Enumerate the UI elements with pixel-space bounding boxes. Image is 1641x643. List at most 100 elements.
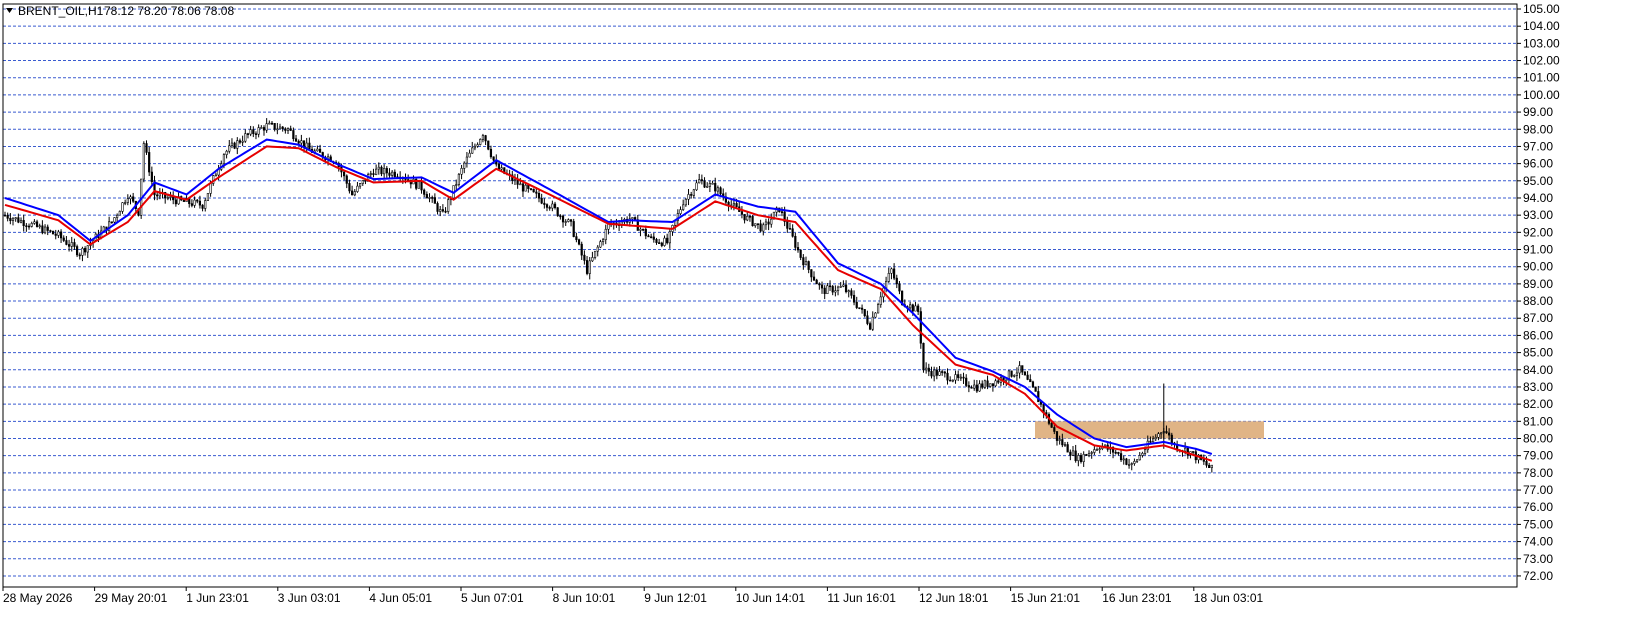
candle-body xyxy=(206,193,210,201)
candle-body xyxy=(465,156,469,164)
candle-body xyxy=(348,183,351,192)
candle-body xyxy=(481,135,485,140)
candle-body xyxy=(764,221,768,226)
candle-body xyxy=(489,148,493,158)
candle-body xyxy=(997,380,1000,383)
candle-body xyxy=(527,184,530,189)
candle-body xyxy=(647,235,650,238)
candle-body xyxy=(799,249,802,258)
candle-body xyxy=(35,221,39,227)
candle-body xyxy=(27,225,31,228)
candle-body xyxy=(254,133,258,135)
candle-body xyxy=(796,247,800,251)
candle-body xyxy=(922,342,925,371)
candle-body xyxy=(380,166,383,175)
candle-body xyxy=(981,383,984,388)
candle-body xyxy=(393,171,396,178)
candle-body xyxy=(634,217,637,220)
candle-body xyxy=(225,150,228,155)
candle-body xyxy=(965,377,968,386)
candle-body xyxy=(524,184,527,192)
candle-body xyxy=(444,210,447,213)
candle-body xyxy=(601,239,605,242)
candle-body xyxy=(973,384,976,389)
candle-body xyxy=(1135,459,1139,462)
candle-body xyxy=(935,369,938,376)
candle-body xyxy=(497,163,501,170)
candle-body xyxy=(911,304,914,312)
candle-body xyxy=(970,386,973,389)
symbol-label: BRENT_OIL,H1 xyxy=(18,4,104,18)
candle-body xyxy=(276,128,279,131)
candle-body xyxy=(561,215,565,223)
candle-body xyxy=(692,189,695,196)
time-label: 8 Jun 10:01 xyxy=(553,591,616,605)
candle-body xyxy=(1077,455,1080,461)
chart-svg[interactable]: 105.00 104.00 103.00 102.00 101.00 100.00 99.0… xyxy=(0,0,1641,638)
candle-body xyxy=(548,207,551,209)
price-label: 87.00 xyxy=(1523,311,1553,325)
candle-body xyxy=(1010,370,1013,377)
candle-body xyxy=(519,183,522,186)
price-label: 94.00 xyxy=(1523,191,1553,205)
candle-body xyxy=(529,188,533,190)
candle-body xyxy=(350,190,354,196)
candle-body xyxy=(204,200,207,209)
candle-body xyxy=(345,175,348,184)
price-label: 83.00 xyxy=(1523,380,1553,394)
candle-body xyxy=(1127,464,1131,466)
candle-body xyxy=(759,223,762,232)
price-label: 102.00 xyxy=(1523,54,1560,68)
price-label: 88.00 xyxy=(1523,294,1553,308)
candle-body xyxy=(684,198,687,206)
candle-body xyxy=(596,246,599,252)
candle-body xyxy=(1087,453,1091,456)
chart-window[interactable]: 105.00 104.00 103.00 102.00 101.00 100.00 99.0… xyxy=(0,0,1641,638)
candle-body xyxy=(113,217,116,223)
candle-body xyxy=(342,171,346,177)
price-label: 80.00 xyxy=(1523,432,1553,446)
candle-body xyxy=(1069,451,1072,456)
candle-body xyxy=(545,204,549,208)
candle-body xyxy=(591,257,594,262)
candle-body xyxy=(257,127,260,135)
candle-body xyxy=(1018,365,1021,374)
candle-body xyxy=(375,168,378,175)
price-label: 84.00 xyxy=(1523,363,1553,377)
candle-body xyxy=(1023,371,1027,376)
candle-body xyxy=(425,194,428,199)
candle-body xyxy=(893,268,896,279)
candle-body xyxy=(989,383,992,387)
price-label: 90.00 xyxy=(1523,260,1553,274)
candle-body xyxy=(559,215,562,218)
candle-body xyxy=(65,240,68,245)
price-label: 85.00 xyxy=(1523,346,1553,360)
chart-background xyxy=(0,0,1641,638)
candle-body xyxy=(866,315,869,324)
candle-body xyxy=(871,316,874,330)
candle-body xyxy=(593,250,597,258)
candle-body xyxy=(807,261,810,270)
candle-body xyxy=(209,183,212,194)
candle-body xyxy=(551,203,554,209)
candle-body xyxy=(308,142,311,150)
candle-body xyxy=(1066,444,1069,453)
price-label: 79.00 xyxy=(1523,449,1553,463)
candle-body xyxy=(1093,449,1096,453)
candle-body xyxy=(62,237,65,241)
candle-body xyxy=(823,287,826,295)
candle-body xyxy=(1152,438,1155,443)
candle-body xyxy=(230,142,234,146)
candle-body xyxy=(847,290,850,293)
candle-body xyxy=(286,128,290,131)
candle-body xyxy=(110,221,113,224)
candle-body xyxy=(265,123,268,131)
candle-body xyxy=(842,284,845,287)
candle-body xyxy=(802,257,805,266)
candle-body xyxy=(361,180,364,184)
time-label: 4 Jun 05:01 xyxy=(369,591,432,605)
candle-body xyxy=(652,236,655,240)
candle-body xyxy=(1063,444,1067,446)
candle-body xyxy=(919,311,922,344)
candle-body xyxy=(962,376,965,379)
